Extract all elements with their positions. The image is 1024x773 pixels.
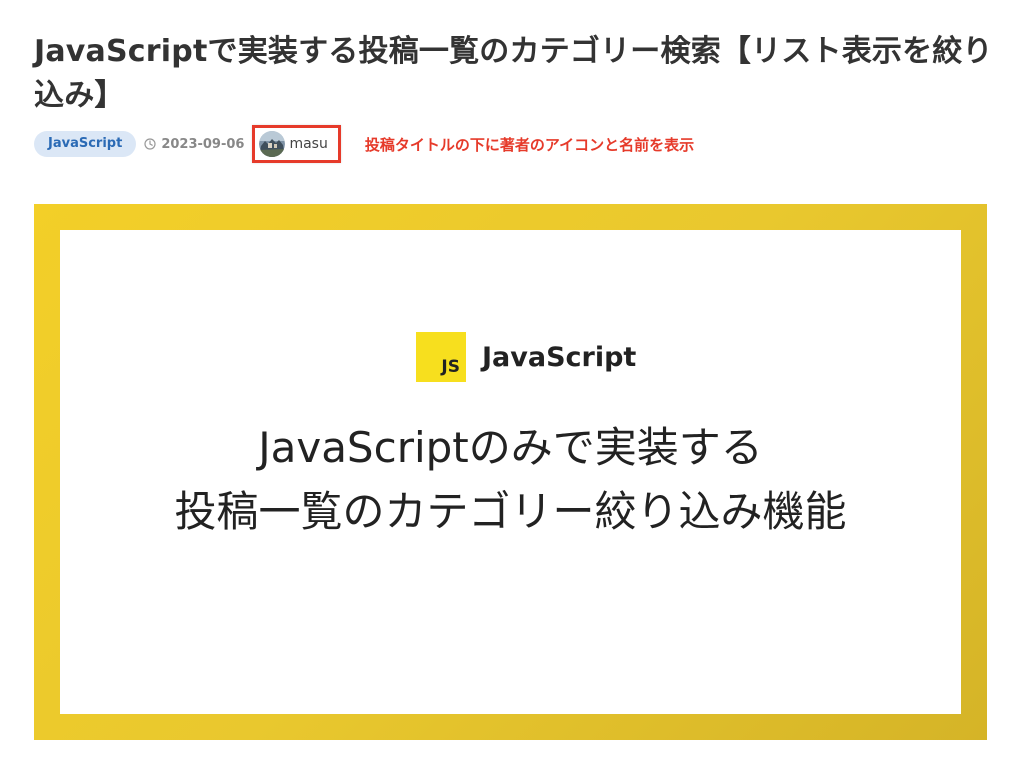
post-date-text: 2023-09-06: [161, 136, 245, 152]
post-date: 2023-09-06: [144, 137, 244, 152]
js-logo-text: JS: [441, 357, 460, 377]
clock-icon: [144, 138, 156, 150]
headline-line-1: JavaScriptのみで実装する: [258, 423, 763, 472]
post-meta: JavaScript 2023-09-06 masu 投稿タイトルの下に著者のア…: [34, 124, 694, 164]
author-name: masu: [289, 136, 328, 152]
article-page: JavaScriptで実装する投稿一覧のカテゴリー検索【リスト表示を絞り込み】 …: [0, 0, 1024, 773]
eyecatch-headline: JavaScriptのみで実装する 投稿一覧のカテゴリー絞り込み機能: [60, 416, 961, 544]
author-link[interactable]: masu: [252, 125, 341, 163]
headline-line-2: 投稿一覧のカテゴリー絞り込み機能: [174, 487, 847, 536]
annotation-note: 投稿タイトルの下に著者のアイコンと名前を表示: [364, 135, 695, 154]
js-logo-icon: JS: [416, 332, 466, 382]
eyecatch-inner: JS JavaScript JavaScriptのみで実装する 投稿一覧のカテゴ…: [60, 230, 961, 714]
js-brand: JS JavaScript: [416, 332, 636, 382]
avatar: [259, 131, 286, 157]
js-label: JavaScript: [482, 341, 637, 373]
eyecatch-image: JS JavaScript JavaScriptのみで実装する 投稿一覧のカテゴ…: [34, 204, 987, 740]
category-badge[interactable]: JavaScript: [34, 131, 137, 157]
post-title: JavaScriptで実装する投稿一覧のカテゴリー検索【リスト表示を絞り込み】: [34, 34, 993, 113]
